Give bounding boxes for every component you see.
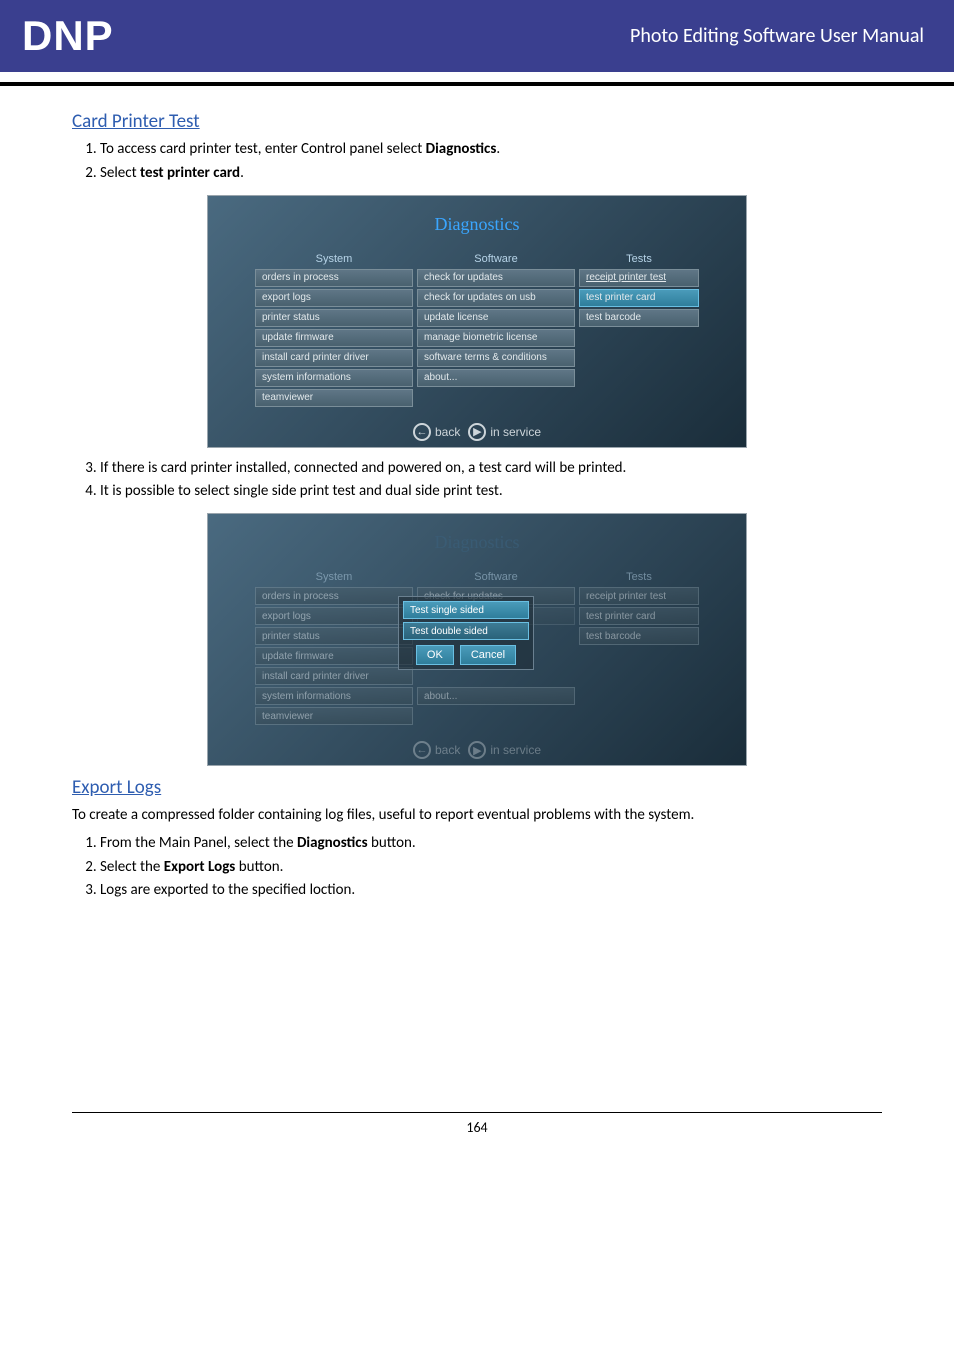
back-label: back [435,425,460,439]
btn-manage-biometric-license[interactable]: manage biometric license [417,329,575,347]
export-logs-steps: From the Main Panel, select the Diagnost… [72,833,882,902]
btn-test-printer-card[interactable]: test printer card [579,289,699,307]
steps-list-b: If there is card printer installed, conn… [72,458,882,504]
btn-ok[interactable]: OK [416,645,454,665]
col-software: Software check for updates check for upd… [417,253,575,407]
btn-test-single-sided[interactable]: Test single sided [403,601,529,619]
diag-title: Diagnostics [228,214,726,235]
popup-dialog: Test single sided Test double sided OK C… [398,596,534,670]
btn-test-printer-card-2[interactable]: test printer card [579,607,699,625]
diagnostics-panel-1: Diagnostics System orders in process exp… [207,195,747,448]
col-system-2: System orders in process export logs pri… [255,571,413,725]
btn-test-double-sided[interactable]: Test double sided [403,622,529,640]
bold-diagnostics: Diagnostics [426,140,497,158]
btn-printer-status[interactable]: printer status [255,309,413,327]
diag-footer-2: ← back ▶ in service [208,741,746,759]
steps-list-a: To access card printer test, enter Contr… [72,139,882,185]
btn-orders-in-process[interactable]: orders in process [255,269,413,287]
btn-update-firmware-2[interactable]: update firmware [255,647,413,665]
col-tests: Tests receipt printer test test printer … [579,253,699,407]
diag-footer: ← back ▶ in service [208,423,746,441]
screenshot-2-wrap: Diagnostics System orders in process exp… [72,513,882,766]
step-4: It is possible to select single side pri… [100,481,882,503]
btn-update-license[interactable]: update license [417,309,575,327]
col-head-system: System [255,253,413,267]
step-3: If there is card printer installed, conn… [100,458,882,480]
btn-update-firmware[interactable]: update firmware [255,329,413,347]
btn-system-informations[interactable]: system informations [255,369,413,387]
btn-check-for-updates-usb[interactable]: check for updates on usb [417,289,575,307]
export-step-3: Logs are exported to the specified locti… [100,880,882,902]
btn-receipt-printer-test-2[interactable]: receipt printer test [579,587,699,605]
btn-printer-status-2[interactable]: printer status [255,627,413,645]
btn-about[interactable]: about... [417,369,575,387]
col-head-tests-2: Tests [579,571,699,585]
page-number: 164 [466,1119,487,1136]
diag-title-2: Diagnostics [228,532,726,553]
section-title-export-logs: Export Logs [72,776,882,799]
in-service-button-2[interactable]: ▶ in service [468,741,541,759]
page-footer: 164 [72,1112,882,1142]
bold-export-logs: Export Logs [164,858,236,876]
col-head-system-2: System [255,571,413,585]
header-bar: DNP Photo Editing Software User Manual [0,0,954,72]
export-step-2: Select the Export Logs button. [100,857,882,879]
btn-cancel[interactable]: Cancel [460,645,516,665]
bold-diagnostics-2: Diagnostics [297,834,368,852]
back-label-2: back [435,743,460,757]
diagnostics-panel-2: Diagnostics System orders in process exp… [207,513,747,766]
export-logs-intro: To create a compressed folder containing… [72,805,882,827]
btn-teamviewer[interactable]: teamviewer [255,389,413,407]
in-service-label: in service [490,425,541,439]
export-step-1: From the Main Panel, select the Diagnost… [100,833,882,855]
back-button[interactable]: ← back [413,423,460,441]
bold-test-printer-card: test printer card [140,164,240,182]
section-title-card-printer-test: Card Printer Test [72,110,882,133]
btn-about-2[interactable]: about... [417,687,575,705]
screenshot-1-wrap: Diagnostics System orders in process exp… [72,195,882,448]
col-system: System orders in process export logs pri… [255,253,413,407]
play-icon: ▶ [468,423,486,441]
btn-software-terms[interactable]: software terms & conditions [417,349,575,367]
col-tests-2: Tests receipt printer test test printer … [579,571,699,725]
in-service-button[interactable]: ▶ in service [468,423,541,441]
col-head-software: Software [417,253,575,267]
in-service-label-2: in service [490,743,541,757]
btn-export-logs[interactable]: export logs [255,289,413,307]
btn-install-card-printer-driver[interactable]: install card printer driver [255,349,413,367]
btn-export-logs-2[interactable]: export logs [255,607,413,625]
btn-teamviewer-2[interactable]: teamviewer [255,707,413,725]
col-head-software-2: Software [417,571,575,585]
btn-receipt-printer-test[interactable]: receipt printer test [579,269,699,287]
logo: DNP [22,12,114,60]
btn-test-barcode[interactable]: test barcode [579,309,699,327]
col-head-tests: Tests [579,253,699,267]
back-arrow-icon-2: ← [413,741,431,759]
btn-orders-in-process-2[interactable]: orders in process [255,587,413,605]
btn-system-informations-2[interactable]: system informations [255,687,413,705]
header-title: Photo Editing Software User Manual [630,24,924,48]
btn-test-barcode-2[interactable]: test barcode [579,627,699,645]
btn-install-card-printer-driver-2[interactable]: install card printer driver [255,667,413,685]
step-1: To access card printer test, enter Contr… [100,139,882,161]
btn-check-for-updates[interactable]: check for updates [417,269,575,287]
back-button-2[interactable]: ← back [413,741,460,759]
step-2: Select test printer card. [100,163,882,185]
play-icon-2: ▶ [468,741,486,759]
back-arrow-icon: ← [413,423,431,441]
